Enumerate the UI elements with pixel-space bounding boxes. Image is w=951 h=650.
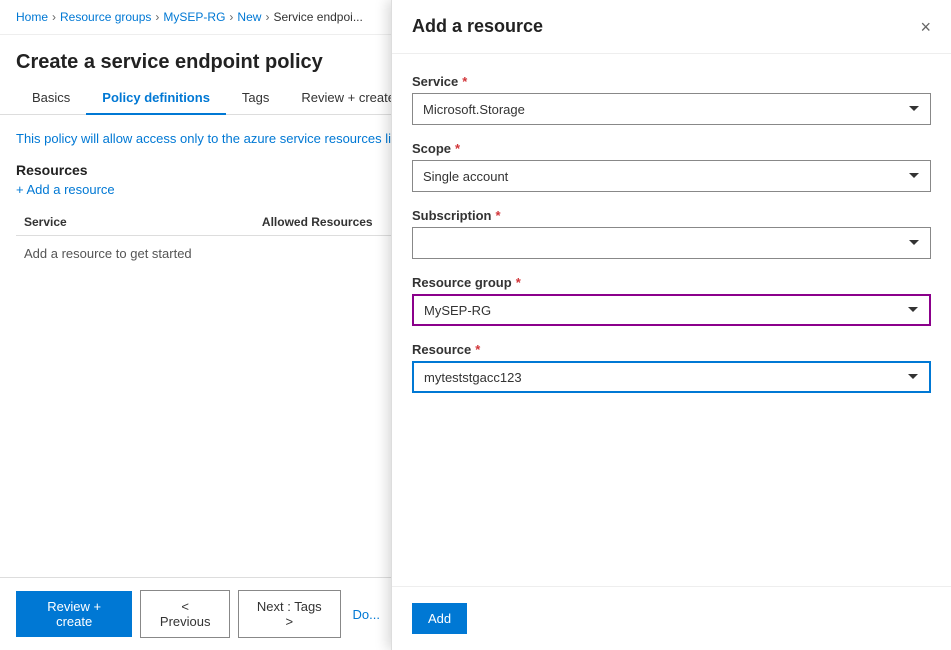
scope-label: Scope *: [412, 141, 931, 156]
close-panel-button[interactable]: ×: [920, 18, 931, 36]
panel-body: Service * Microsoft.Storage Scope * Sing…: [392, 54, 951, 586]
tab-basics[interactable]: Basics: [16, 82, 86, 115]
add-resource-panel: Add a resource × Service * Microsoft.Sto…: [391, 0, 951, 650]
subscription-form-group: Subscription *: [412, 208, 931, 259]
resource-group-select[interactable]: MySEP-RG: [412, 294, 931, 326]
subscription-label: Subscription *: [412, 208, 931, 223]
scope-required: *: [455, 141, 460, 156]
resource-group-label: Resource group *: [412, 275, 931, 290]
review-create-button[interactable]: Review + create: [16, 591, 132, 637]
scope-select[interactable]: Single account: [412, 160, 931, 192]
resource-form-group: Resource * myteststgacc123: [412, 342, 931, 393]
scope-form-group: Scope * Single account: [412, 141, 931, 192]
breadcrumb-new[interactable]: New: [237, 10, 261, 24]
download-button[interactable]: Do...: [349, 599, 384, 630]
service-select[interactable]: Microsoft.Storage: [412, 93, 931, 125]
subscription-select[interactable]: [412, 227, 931, 259]
bottom-bar: Review + create < Previous Next : Tags >…: [0, 577, 400, 650]
panel-header: Add a resource ×: [392, 0, 951, 54]
resource-select[interactable]: myteststgacc123: [412, 361, 931, 393]
resource-label: Resource *: [412, 342, 931, 357]
service-label: Service *: [412, 74, 931, 89]
breadcrumb-resource-groups[interactable]: Resource groups: [60, 10, 151, 24]
breadcrumb-mysep-rg[interactable]: MySEP-RG: [163, 10, 225, 24]
tab-policy-definitions[interactable]: Policy definitions: [86, 82, 226, 115]
previous-button[interactable]: < Previous: [140, 590, 230, 638]
resource-group-form-group: Resource group * MySEP-RG: [412, 275, 931, 326]
col-service: Service: [16, 209, 254, 236]
main-page: Home › Resource groups › MySEP-RG › New …: [0, 0, 951, 650]
tab-tags[interactable]: Tags: [226, 82, 285, 115]
breadcrumb-current: Service endpoi...: [273, 10, 362, 24]
breadcrumb-home[interactable]: Home: [16, 10, 48, 24]
panel-title: Add a resource: [412, 16, 543, 37]
add-button[interactable]: Add: [412, 603, 467, 634]
resource-required: *: [475, 342, 480, 357]
subscription-required: *: [495, 208, 500, 223]
next-tags-button[interactable]: Next : Tags >: [238, 590, 341, 638]
panel-footer: Add: [392, 586, 951, 650]
service-required: *: [462, 74, 467, 89]
service-form-group: Service * Microsoft.Storage: [412, 74, 931, 125]
resource-group-required: *: [516, 275, 521, 290]
